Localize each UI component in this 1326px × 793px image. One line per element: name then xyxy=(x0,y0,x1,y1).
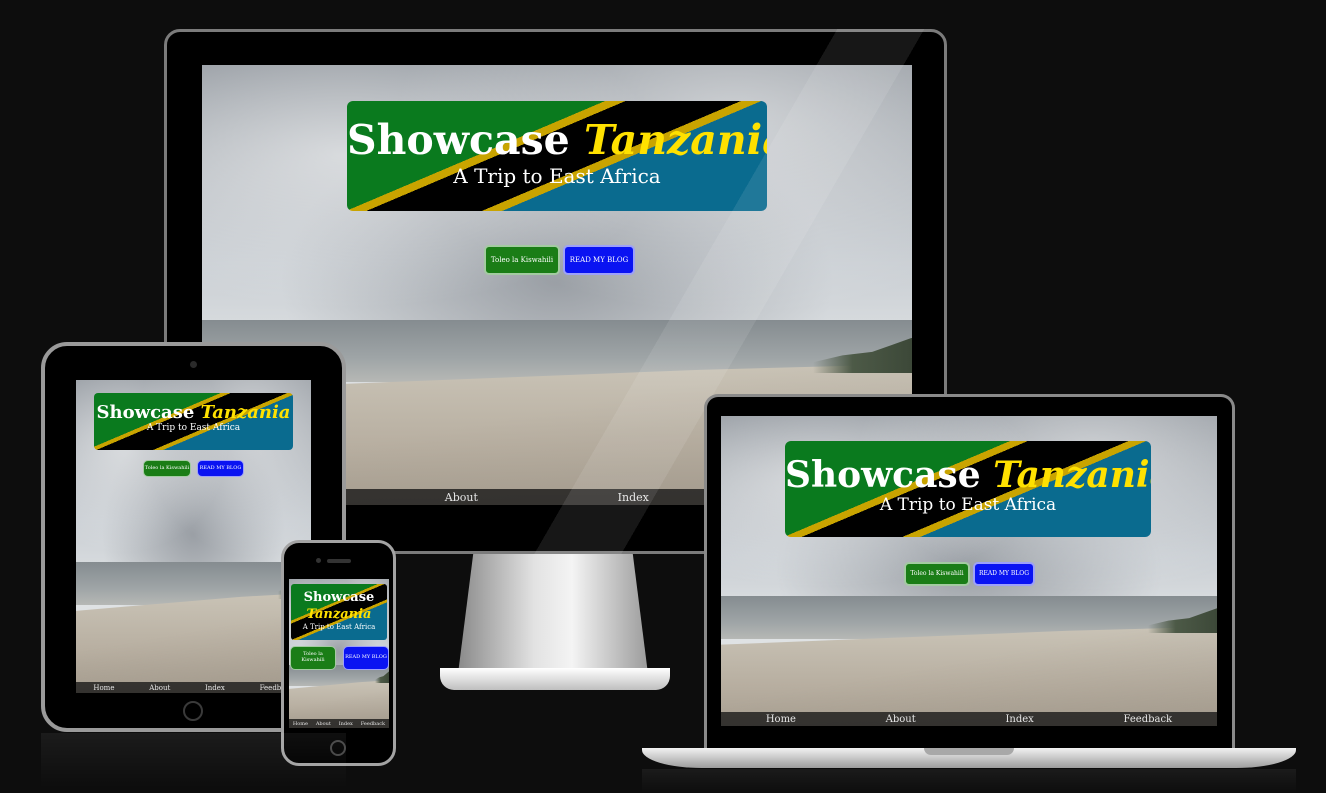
phone-camera xyxy=(316,558,321,563)
hero-banner: Showcase Tanzania A Trip to East Africa xyxy=(291,584,387,640)
swahili-version-button[interactable]: Toleo la Kiswahili xyxy=(143,460,191,477)
phone-screen: Showcase Tanzania A Trip to East Africa T… xyxy=(289,579,389,728)
swahili-version-button[interactable]: Toleo la Kiswahili xyxy=(484,245,560,275)
imac-foot xyxy=(440,668,670,690)
nav-home[interactable]: Home xyxy=(293,721,308,727)
phone-speaker xyxy=(327,559,351,563)
footer-nav: Home About Index Feedback xyxy=(721,712,1217,726)
read-blog-button[interactable]: READ MY BLOG xyxy=(563,245,635,275)
floor-reflection xyxy=(41,733,346,788)
site-title: Showcase Tanzania xyxy=(303,590,375,622)
nav-home[interactable]: Home xyxy=(93,684,114,692)
footer-nav: Home About Index Feedback xyxy=(289,719,389,728)
site-title: Showcase Tanzania xyxy=(96,402,291,423)
tablet-camera xyxy=(190,361,197,368)
read-blog-button[interactable]: READ MY BLOG xyxy=(973,562,1035,586)
nav-index[interactable]: Index xyxy=(1005,714,1033,725)
nav-about[interactable]: About xyxy=(149,684,170,692)
swahili-version-button[interactable]: Toleo la Kiswahili xyxy=(290,646,336,670)
laptop-notch xyxy=(924,748,1014,755)
hero-banner: Showcase Tanzania A Trip to East Africa xyxy=(347,101,767,211)
site-subtitle: A Trip to East Africa xyxy=(302,622,376,631)
nav-index[interactable]: Index xyxy=(205,684,225,692)
tablet-screen: Showcase Tanzania A Trip to East Africa … xyxy=(76,380,311,693)
nav-home[interactable]: Home xyxy=(766,714,796,725)
nav-about[interactable]: About xyxy=(886,714,916,725)
nav-about[interactable]: About xyxy=(316,721,331,727)
nav-feedback[interactable]: Feedback xyxy=(1123,714,1172,725)
nav-about[interactable]: About xyxy=(445,491,478,504)
nav-index[interactable]: Index xyxy=(618,491,649,504)
read-blog-button[interactable]: READ MY BLOG xyxy=(343,646,389,670)
site-title: Showcase Tanzania xyxy=(347,116,767,164)
imac-stand xyxy=(458,554,648,674)
footer-nav: Home About Index Feedback xyxy=(76,682,311,693)
tablet-home-button xyxy=(183,701,203,721)
nav-index[interactable]: Index xyxy=(339,721,353,727)
floor-reflection xyxy=(642,769,1296,793)
nav-feedback[interactable]: Feedback xyxy=(361,721,385,727)
laptop-screen: Showcase Tanzania A Trip to East Africa … xyxy=(721,416,1217,726)
hero-banner: Showcase Tanzania A Trip to East Africa xyxy=(785,441,1151,537)
read-blog-button[interactable]: READ MY BLOG xyxy=(197,460,244,477)
site-subtitle: A Trip to East Africa xyxy=(453,164,661,189)
swahili-version-button[interactable]: Toleo la Kiswahili xyxy=(904,562,970,586)
site-subtitle: A Trip to East Africa xyxy=(146,422,241,433)
site-subtitle: A Trip to East Africa xyxy=(879,494,1057,515)
hero-banner: Showcase Tanzania A Trip to East Africa xyxy=(94,393,293,450)
site-title: Showcase Tanzania xyxy=(785,454,1151,496)
